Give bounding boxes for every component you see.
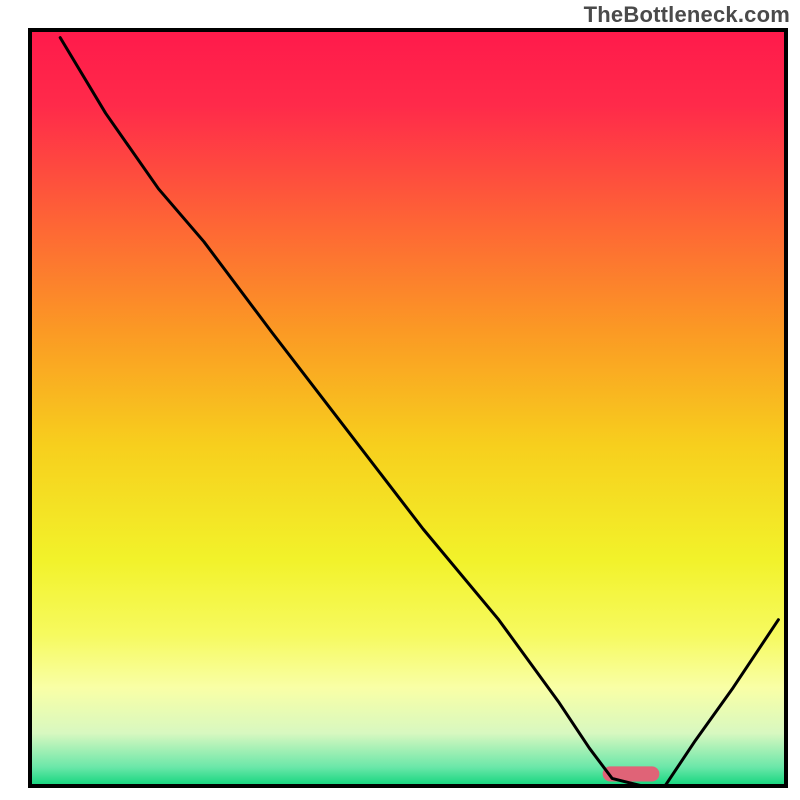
watermark-label: TheBottleneck.com [584,2,790,28]
chart-svg [0,0,800,800]
chart-container: TheBottleneck.com [0,0,800,800]
gradient-background [30,30,786,786]
plot-area [30,30,786,786]
